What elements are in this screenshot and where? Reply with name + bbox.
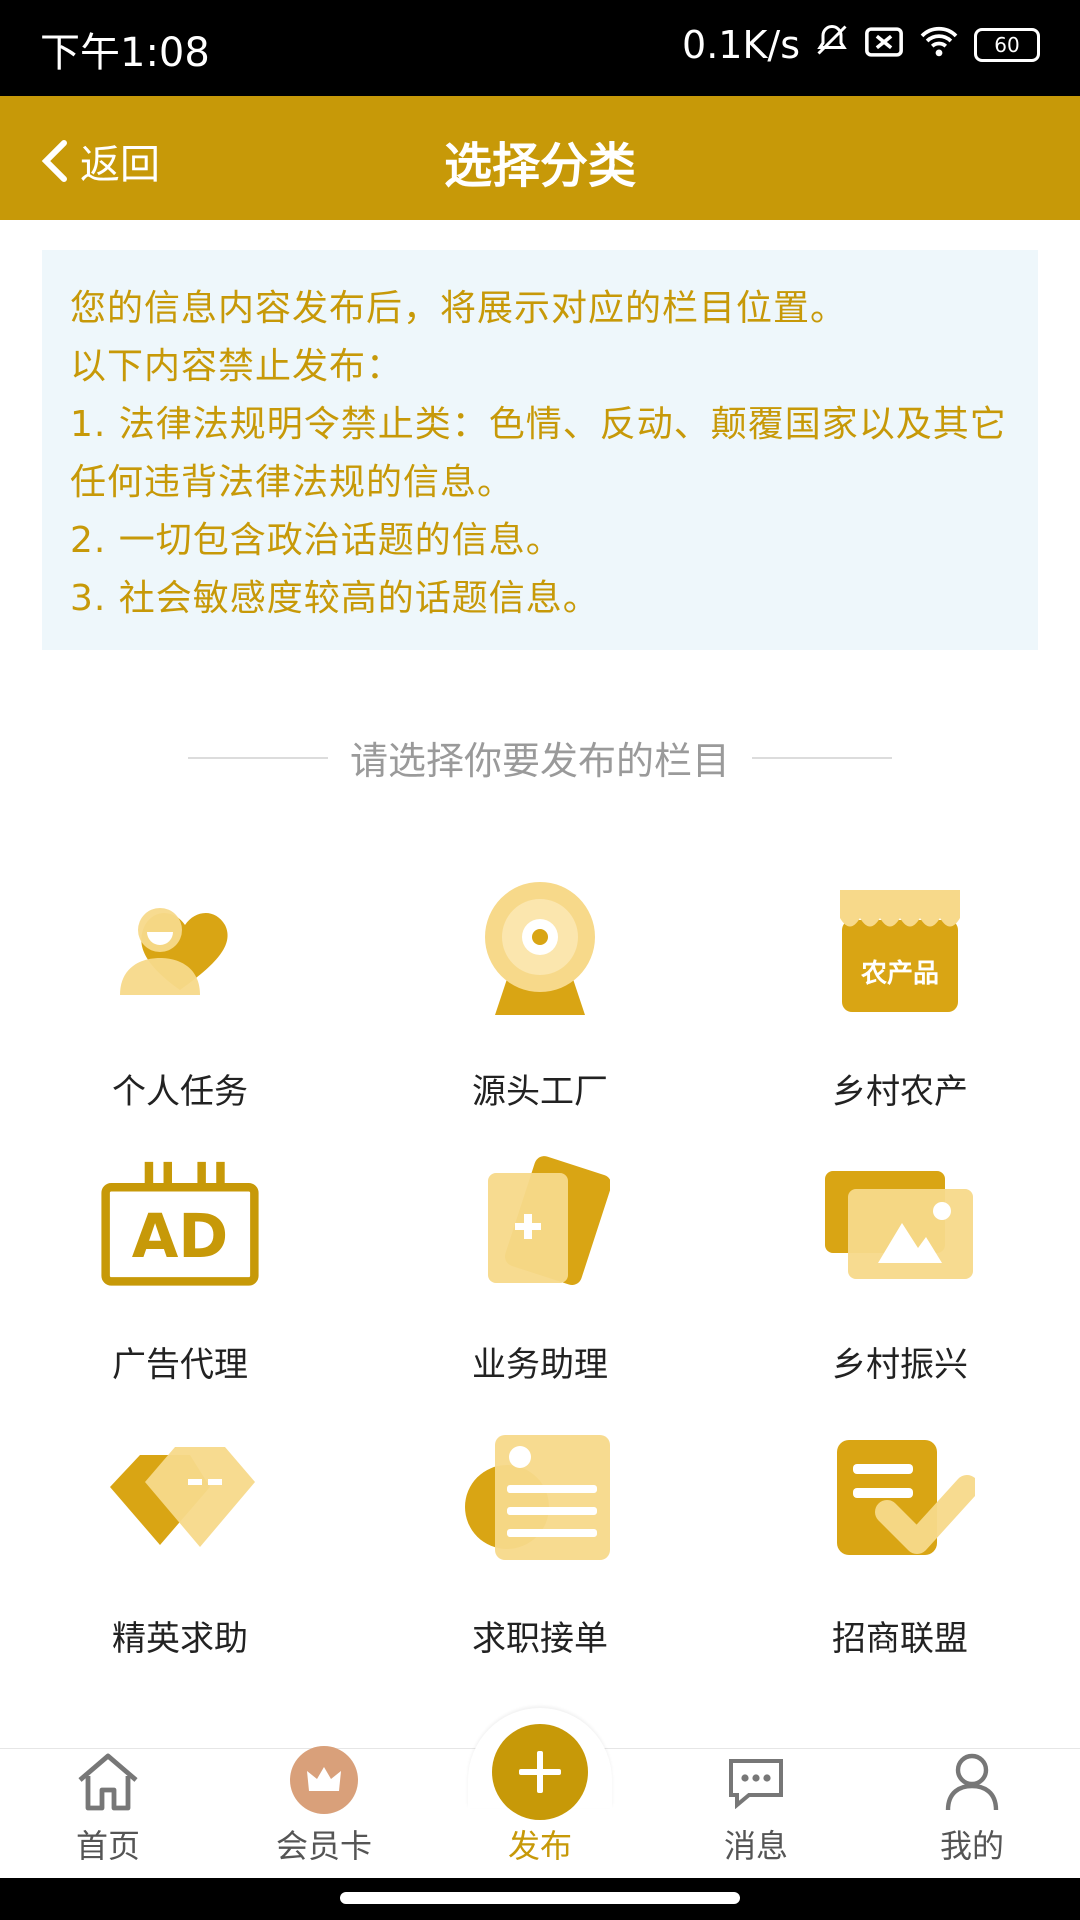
webcam-icon: [460, 870, 620, 1030]
sim-disabled-icon: [864, 23, 904, 67]
notice-box: 您的信息内容发布后，将展示对应的栏目位置。 以下内容禁止发布： 1. 法律法规明…: [42, 250, 1038, 650]
category-label: 求职接单: [472, 1618, 608, 1659]
status-indicators: 0.1K/s 60: [682, 22, 1040, 67]
category-elite-help[interactable]: 精英求助: [0, 1407, 360, 1680]
section-title-text: 请选择你要发布的栏目: [349, 739, 730, 783]
tab-messages[interactable]: 消息: [648, 1749, 864, 1879]
divider: [752, 756, 892, 759]
publish-button[interactable]: [492, 1724, 588, 1820]
category-source-factory[interactable]: 源头工厂: [360, 860, 720, 1133]
category-label: 乡村振兴: [832, 1345, 968, 1386]
battery-level: 60: [994, 32, 1020, 57]
landscape-photo-icon: [820, 1143, 980, 1303]
notice-line: 您的信息内容发布后，将展示对应的栏目位置。: [70, 288, 848, 329]
tab-home[interactable]: 首页: [0, 1749, 216, 1879]
tab-profile[interactable]: 我的: [864, 1749, 1080, 1879]
ad-badge-text: AD: [132, 1202, 229, 1272]
market-stall-icon: 农产品: [820, 870, 980, 1030]
chat-icon: [721, 1749, 791, 1815]
battery-icon: 60: [974, 27, 1040, 62]
category-rural-revitalization[interactable]: 乡村振兴: [720, 1133, 1080, 1406]
tab-label: 发布: [507, 1827, 572, 1865]
diamond-icon: [100, 1417, 260, 1577]
category-grid: 个人任务 源头工厂 农产品 乡村农产 AD 广告代理 业务助理 乡村振兴 精英求…: [0, 860, 1080, 1680]
resume-icon: [460, 1417, 620, 1577]
notice-line: 3. 社会敏感度较高的话题信息。: [70, 578, 600, 619]
gesture-bar: [0, 1878, 1080, 1920]
home-icon: [73, 1749, 143, 1815]
tab-label: 消息: [723, 1827, 788, 1865]
category-ad-agency[interactable]: AD 广告代理: [0, 1133, 360, 1406]
divider: [187, 756, 328, 759]
category-label: 个人任务: [112, 1072, 248, 1112]
notice-line: 以下内容禁止发布：: [70, 346, 404, 387]
header-bar: 返回 选择分类: [0, 96, 1080, 220]
crown-icon: [289, 1745, 359, 1815]
cards-plus-icon: [460, 1143, 620, 1303]
tab-label: 我的: [939, 1827, 1004, 1865]
mute-bell-icon: [814, 22, 850, 67]
market-badge-text: 农产品: [860, 959, 939, 989]
category-investment-alliance[interactable]: 招商联盟: [720, 1407, 1080, 1680]
category-label: 源头工厂: [472, 1072, 608, 1112]
category-label: 乡村农产: [832, 1072, 968, 1112]
status-bar: 下午1:08 0.1K/s 60: [0, 0, 1080, 96]
tab-member-card[interactable]: 会员卡: [216, 1746, 432, 1879]
notice-line: 2. 一切包含政治话题的信息。: [70, 520, 563, 561]
page-title: 选择分类: [443, 138, 636, 194]
category-label: 精英求助: [112, 1618, 248, 1659]
tab-label: 首页: [75, 1827, 140, 1865]
plus-icon: [519, 1751, 561, 1793]
home-indicator[interactable]: [340, 1892, 740, 1904]
notice-line: 1. 法律法规明令禁止类：色情、反动、颠覆国家以及其它任何违背法律法规的信息。: [70, 404, 1007, 503]
section-title: 请选择你要发布的栏目: [0, 730, 1080, 785]
status-time: 下午1:08: [40, 30, 210, 76]
category-label: 广告代理: [112, 1345, 248, 1386]
category-label: 业务助理: [472, 1345, 608, 1386]
category-rural-produce[interactable]: 农产品 乡村农产: [720, 860, 1080, 1133]
document-check-icon: [820, 1417, 980, 1577]
person-heart-icon: [100, 870, 260, 1030]
category-personal-task[interactable]: 个人任务: [0, 860, 360, 1133]
wifi-icon: [918, 23, 960, 67]
category-business-assistant[interactable]: 业务助理: [360, 1133, 720, 1406]
user-icon: [937, 1749, 1007, 1815]
category-label: 招商联盟: [832, 1618, 968, 1659]
ad-board-icon: AD: [100, 1143, 260, 1303]
category-job-orders[interactable]: 求职接单: [360, 1407, 720, 1680]
network-speed: 0.1K/s: [682, 22, 800, 67]
tab-label: 会员卡: [275, 1827, 372, 1865]
